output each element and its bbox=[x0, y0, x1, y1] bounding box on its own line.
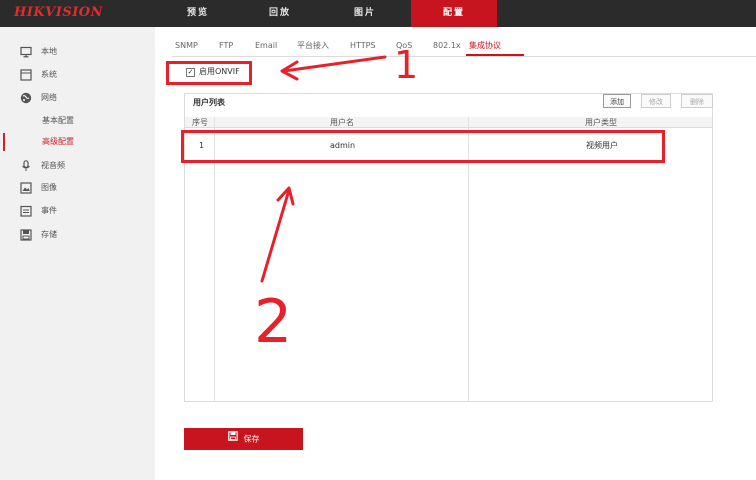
active-indicator bbox=[3, 133, 5, 151]
sidebar-item-label: 本地 bbox=[41, 47, 57, 56]
delete-user-button[interactable]: 删除 bbox=[681, 94, 713, 108]
network-globe-icon bbox=[20, 92, 32, 104]
event-calendar-icon bbox=[20, 205, 32, 217]
sidebar-item-storage[interactable]: 存储 bbox=[20, 226, 57, 244]
enable-onvif-label: 启用ONVIF bbox=[199, 67, 240, 76]
annotation-highlight-user-row bbox=[181, 130, 665, 163]
table-header: 序号 用户名 用户类型 bbox=[185, 117, 712, 128]
microphone-icon bbox=[20, 160, 32, 172]
sidebar-item-event[interactable]: 事件 bbox=[20, 202, 57, 220]
save-label: 保存 bbox=[243, 434, 260, 444]
sidebar-item-network[interactable]: 网络 bbox=[20, 89, 57, 107]
sidebar-item-label: 系统 bbox=[41, 70, 57, 79]
tab-divider bbox=[172, 56, 756, 57]
sidebar-item-local[interactable]: 本地 bbox=[20, 43, 57, 61]
top-navigation-bar: HIKVISION 预览 回放 图片 配置 bbox=[0, 0, 756, 27]
edit-user-button[interactable]: 修改 bbox=[641, 94, 671, 108]
tab-https[interactable]: HTTPS bbox=[350, 38, 376, 54]
monitor-icon bbox=[20, 46, 32, 58]
sidebar-subitem-advanced[interactable]: 高级配置 bbox=[42, 133, 74, 151]
column-header-index: 序号 bbox=[192, 118, 208, 127]
image-icon bbox=[20, 182, 32, 194]
hikvision-logo: HIKVISION bbox=[14, 5, 104, 20]
nav-configuration[interactable]: 配置 bbox=[411, 0, 497, 27]
tab-integration-protocol[interactable]: 集成协议 bbox=[469, 38, 501, 54]
system-icon bbox=[20, 69, 32, 81]
nav-preview[interactable]: 预览 bbox=[168, 0, 228, 27]
sidebar-item-label: 网络 bbox=[41, 93, 57, 102]
sidebar-item-system[interactable]: 系统 bbox=[20, 66, 57, 84]
nav-picture[interactable]: 图片 bbox=[335, 0, 395, 27]
annotation-arrow-1 bbox=[280, 55, 387, 81]
active-tab-underline bbox=[466, 54, 524, 56]
tab-platform-access[interactable]: 平台接入 bbox=[297, 38, 329, 54]
tab-qos[interactable]: QoS bbox=[396, 38, 412, 54]
user-list-title: 用户列表 bbox=[193, 98, 225, 107]
column-header-user-type: 用户类型 bbox=[585, 118, 617, 127]
tab-snmp[interactable]: SNMP bbox=[175, 38, 198, 54]
sidebar-item-label: 图像 bbox=[41, 183, 57, 192]
sidebar-item-image[interactable]: 图像 bbox=[20, 179, 57, 197]
nav-playback[interactable]: 回放 bbox=[250, 0, 310, 27]
add-user-button[interactable]: 添加 bbox=[603, 94, 631, 108]
tab-8021x[interactable]: 802.1x bbox=[433, 38, 461, 54]
sidebar-item-label: 存储 bbox=[41, 230, 57, 239]
storage-disk-icon bbox=[20, 229, 32, 241]
save-disk-icon bbox=[227, 428, 238, 450]
tab-ftp[interactable]: FTP bbox=[219, 38, 233, 54]
sidebar-item-video-audio[interactable]: 视音频 bbox=[20, 157, 65, 175]
save-button[interactable]: 保存 bbox=[184, 428, 303, 450]
tab-email[interactable]: Email bbox=[255, 38, 277, 54]
sidebar-item-label: 视音频 bbox=[41, 161, 65, 170]
sidebar-item-label: 事件 bbox=[41, 206, 57, 215]
enable-onvif-checkbox[interactable]: ✓ bbox=[186, 68, 195, 77]
column-header-username: 用户名 bbox=[330, 118, 354, 127]
sidebar-subitem-basic[interactable]: 基本配置 bbox=[42, 112, 74, 130]
